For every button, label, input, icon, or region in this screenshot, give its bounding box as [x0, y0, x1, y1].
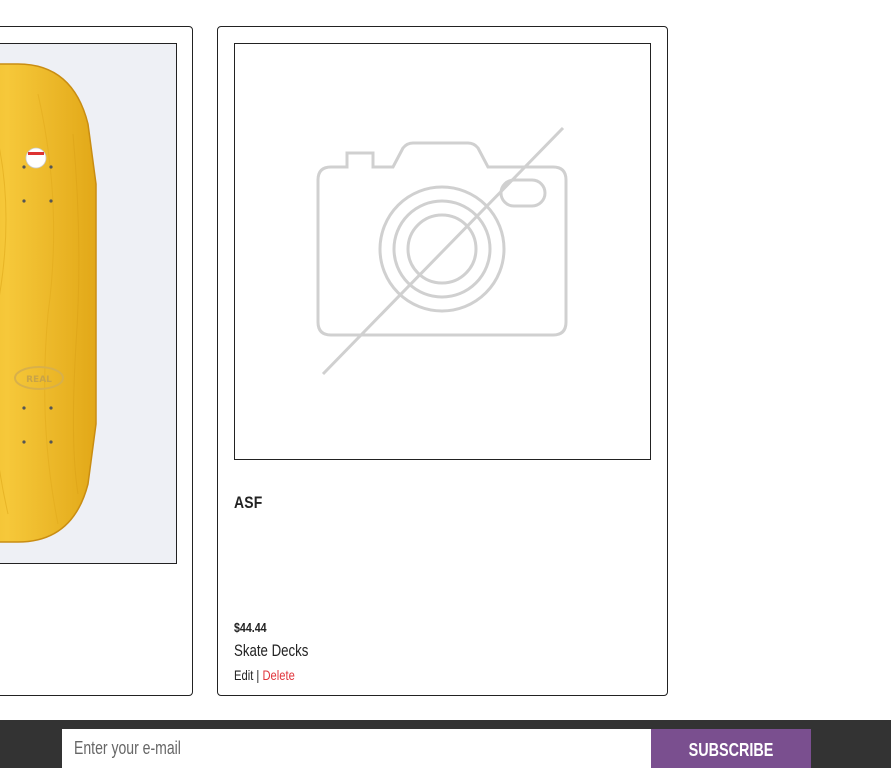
action-separator: | — [256, 667, 260, 683]
newsletter-footer: Enter your e-mail SUBSCRIBE — [0, 720, 891, 768]
product-image[interactable]: REAL — [0, 43, 177, 564]
delete-link[interactable]: Delete — [262, 667, 294, 683]
skateboard-deck-image: REAL — [0, 63, 97, 543]
no-image-camera-icon — [316, 126, 568, 376]
deck-logo: REAL — [26, 375, 52, 385]
product-price: $44.44 — [234, 620, 267, 635]
subscribe-label: SUBSCRIBE — [688, 739, 774, 760]
email-input[interactable] — [62, 729, 651, 768]
product-card[interactable]: ASF $44.44 Skate Decks Edit | Delete — [217, 26, 668, 696]
product-actions: Edit | Delete — [234, 667, 295, 683]
product-grid-page: REAL ASF $44.44 Skate Decks Edit | Delet… — [0, 0, 891, 768]
product-image[interactable] — [234, 43, 651, 460]
product-title[interactable]: ASF — [234, 493, 262, 513]
product-category: Skate Decks — [234, 641, 309, 660]
subscribe-button[interactable]: SUBSCRIBE — [651, 729, 811, 768]
product-card[interactable]: REAL — [0, 26, 193, 696]
edit-link[interactable]: Edit — [234, 667, 253, 683]
